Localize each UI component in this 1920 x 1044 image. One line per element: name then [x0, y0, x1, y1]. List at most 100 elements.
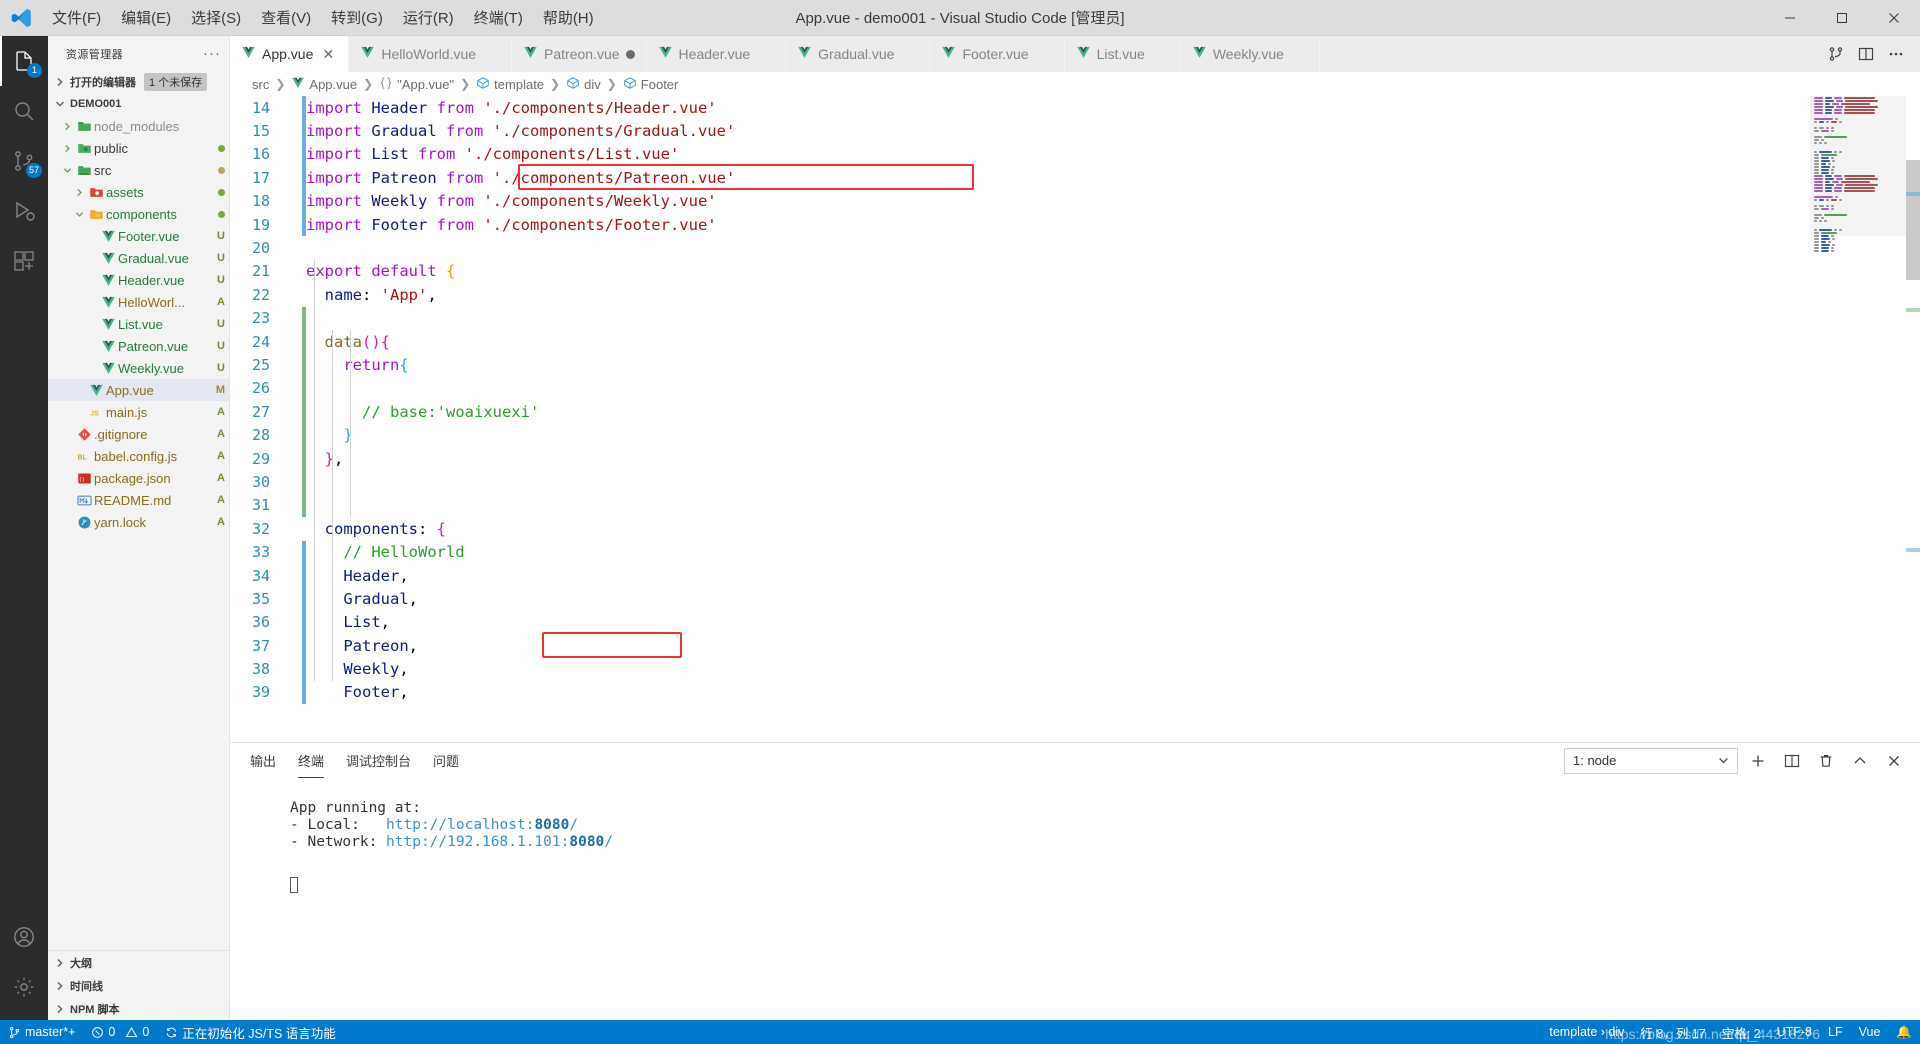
tree-item-src[interactable]: src — [48, 159, 229, 181]
activity-settings[interactable] — [0, 962, 48, 1012]
menu-edit[interactable]: 编辑(E) — [111, 0, 181, 35]
code-line[interactable]: 32 components: { — [230, 517, 1920, 540]
code-line[interactable]: 34 Header, — [230, 564, 1920, 587]
tree-item-app-vue[interactable]: App.vue M — [48, 379, 229, 401]
code-line[interactable]: 30 — [230, 470, 1920, 493]
status-indentation[interactable]: 空格: 2 — [1714, 1023, 1769, 1042]
code-line[interactable]: 20 — [230, 236, 1920, 259]
sidebar-section-timeline[interactable]: 时间线 — [48, 974, 229, 997]
code-line[interactable]: 36 List, — [230, 611, 1920, 634]
tree-item-main-js[interactable]: JS main.js A — [48, 401, 229, 423]
minimize-button[interactable] — [1764, 0, 1816, 35]
editor-tab-gradual-vue[interactable]: Gradual.vue — [786, 36, 931, 72]
sidebar-section-npm-scripts[interactable]: NPM 脚本 — [48, 997, 229, 1020]
menu-file[interactable]: 文件(F) — [42, 0, 111, 35]
breadcrumb-item-src[interactable]: src — [252, 77, 269, 92]
activity-source-control[interactable]: 57 — [0, 136, 48, 186]
panel-tab-terminal[interactable]: 终端 — [298, 743, 325, 778]
editor-tab-footer-vue[interactable]: Footer.vue — [930, 36, 1065, 72]
menu-terminal[interactable]: 终端(T) — [464, 0, 533, 35]
activity-extensions[interactable] — [0, 236, 48, 286]
close-panel-button[interactable] — [1880, 748, 1908, 774]
split-editor-icon[interactable] — [1852, 40, 1880, 68]
breadcrumb-item-appvue[interactable]: App.vue — [291, 76, 357, 93]
tree-item-assets[interactable]: assets — [48, 181, 229, 203]
activity-run-debug[interactable] — [0, 186, 48, 236]
code-line[interactable]: 16 import List from './components/List.vu… — [230, 143, 1920, 166]
terminal-output[interactable]: App running at: - Local: http://localhost… — [230, 778, 1920, 1020]
code-line[interactable]: 28 } — [230, 423, 1920, 446]
status-branch[interactable]: master*+ — [0, 1025, 83, 1039]
tree-item-node_modules[interactable]: node_modules — [48, 115, 229, 137]
ellipsis-icon[interactable]: ··· — [203, 45, 221, 62]
source-control-sync-icon[interactable] — [1822, 40, 1850, 68]
code-line[interactable]: 35 Gradual, — [230, 587, 1920, 610]
panel-tab-output[interactable]: 输出 — [250, 743, 276, 778]
tree-item-public[interactable]: public — [48, 137, 229, 159]
code-line[interactable]: 23 — [230, 307, 1920, 330]
panel-tab-debug-console[interactable]: 调试控制台 — [346, 743, 411, 778]
code-line[interactable]: 19 import Footer from './components/Foote… — [230, 213, 1920, 236]
maximize-button[interactable] — [1816, 0, 1868, 35]
status-cursor-position[interactable]: 行 8，列 17 — [1632, 1023, 1713, 1042]
code-line[interactable]: 26 — [230, 377, 1920, 400]
status-breadcrumb[interactable]: template › div — [1541, 1025, 1632, 1039]
editor-tab-header-vue[interactable]: Header.vue — [646, 36, 787, 72]
code-line[interactable]: 15 import Gradual from './components/Grad… — [230, 119, 1920, 142]
menu-run[interactable]: 运行(R) — [393, 0, 464, 35]
panel-tab-problems[interactable]: 问题 — [433, 743, 459, 778]
sidebar-section-open-editors[interactable]: 打开的编辑器 1 个未保存 — [48, 71, 229, 93]
status-problems[interactable]: 0 0 — [83, 1025, 157, 1039]
breadcrumb-item-template[interactable]: template — [476, 76, 544, 93]
tree-item-readme-md[interactable]: README.md A — [48, 489, 229, 511]
tree-item-list-vue[interactable]: List.vue U — [48, 313, 229, 335]
status-language-mode[interactable]: Vue — [1851, 1025, 1889, 1039]
menu-go[interactable]: 转到(G) — [321, 0, 393, 35]
code-line[interactable]: 39 Footer, — [230, 681, 1920, 704]
code-line[interactable]: 37 Patreon, — [230, 634, 1920, 657]
sidebar-section-outline[interactable]: 大纲 — [48, 951, 229, 974]
code-line[interactable]: 17 import Patreon from './components/Patr… — [230, 166, 1920, 189]
tree-item-helloworl---[interactable]: HelloWorl... A — [48, 291, 229, 313]
tree-item-package-json[interactable]: { } package.json A — [48, 467, 229, 489]
editor-tab-app-vue[interactable]: App.vue ✕ — [230, 36, 350, 72]
code-line[interactable]: 14 import Header from './components/Heade… — [230, 96, 1920, 119]
tree-item-weekly-vue[interactable]: Weekly.vue U — [48, 357, 229, 379]
code-line[interactable]: 29 }, — [230, 447, 1920, 470]
breadcrumb-item-appvue[interactable]: "App.vue" — [379, 76, 454, 93]
terminal-select[interactable]: 1: node — [1564, 747, 1738, 774]
dirty-indicator-icon[interactable] — [625, 49, 635, 59]
kill-terminal-button[interactable] — [1812, 748, 1840, 774]
code-line[interactable]: 38 Weekly, — [230, 657, 1920, 680]
tree-item-gradual-vue[interactable]: Gradual.vue U — [48, 247, 229, 269]
editor-tab-weekly-vue[interactable]: Weekly.vue — [1180, 36, 1320, 72]
status-notifications[interactable]: 🔔 — [1888, 1025, 1920, 1040]
code-line[interactable]: 22 name: 'App', — [230, 283, 1920, 306]
menu-help[interactable]: 帮助(H) — [533, 0, 604, 35]
tree-item-patreon-vue[interactable]: Patreon.vue U — [48, 335, 229, 357]
tree-item--gitignore[interactable]: .gitignore A — [48, 423, 229, 445]
terminal-prompt[interactable] — [290, 877, 1920, 894]
minimap[interactable] — [1810, 96, 1906, 742]
close-button[interactable] — [1868, 0, 1920, 35]
tree-item-babel-config-js[interactable]: BL babel.config.js A — [48, 445, 229, 467]
menu-view[interactable]: 查看(V) — [251, 0, 321, 35]
code-line[interactable]: 21 export default { — [230, 260, 1920, 283]
breadcrumb-item-footer[interactable]: Footer — [623, 76, 678, 93]
terminal-url-link[interactable]: http://localhost:8080/ — [386, 817, 578, 833]
code-line[interactable]: 24 data(){ — [230, 330, 1920, 353]
more-actions-icon[interactable] — [1882, 40, 1910, 68]
sidebar-section-project[interactable]: DEMO001 — [48, 93, 229, 115]
status-encoding[interactable]: UTF-8 — [1769, 1025, 1820, 1039]
breadcrumb-item-div[interactable]: div — [566, 76, 601, 93]
minimap-slider[interactable] — [1810, 96, 1906, 236]
tree-item-header-vue[interactable]: Header.vue U — [48, 269, 229, 291]
close-icon[interactable]: ✕ — [319, 46, 337, 63]
editor-tab-patreon-vue[interactable]: Patreon.vue — [512, 36, 647, 72]
code-line[interactable]: 27 // base:'woaixuexi' — [230, 400, 1920, 423]
code-line[interactable]: 25 return{ — [230, 353, 1920, 376]
code-line[interactable]: 31 — [230, 494, 1920, 517]
code-editor[interactable]: 14 import Header from './components/Heade… — [230, 96, 1920, 742]
tree-item-yarn-lock[interactable]: yarn.lock A — [48, 511, 229, 533]
editor-vertical-scrollbar[interactable] — [1906, 96, 1920, 742]
